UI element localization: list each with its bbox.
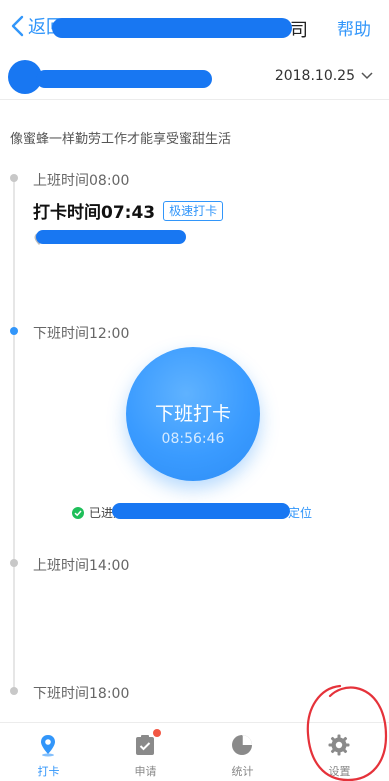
- tab-label: 设置: [328, 765, 351, 778]
- check-circle-icon: [72, 506, 84, 519]
- redaction-scribble: [36, 70, 212, 88]
- notification-badge: [153, 729, 161, 737]
- timeline-dot: [10, 687, 18, 695]
- punch-button-time: 08:56:46: [161, 431, 225, 447]
- pie-chart-icon: [232, 735, 252, 755]
- tab-apply[interactable]: 申请: [97, 723, 194, 781]
- tab-punch[interactable]: 打卡: [0, 723, 97, 781]
- timeline-line: [13, 178, 15, 690]
- tab-settings[interactable]: 设置: [291, 723, 388, 781]
- fast-punch-badge: 极速打卡: [163, 200, 224, 221]
- redaction-scribble: [112, 503, 290, 519]
- slot-label-start: 上班时间08:00: [33, 173, 130, 189]
- location-status-suffix[interactable]: 定位: [288, 504, 312, 521]
- slot-label-end: 下班时间12:00: [33, 326, 130, 342]
- redaction-scribble: [36, 230, 186, 244]
- tab-label: 统计: [231, 765, 254, 778]
- slot-label-end: 下班时间18:00: [33, 686, 130, 702]
- motto-text: 像蜜蜂一样勤劳工作才能享受蜜甜生活: [10, 132, 232, 147]
- clock-record: 打卡时间07:43 极速打卡: [33, 198, 224, 223]
- location-pin-icon: [41, 735, 55, 757]
- tab-bar: 打卡 申请 统计 设置: [0, 722, 389, 781]
- chevron-left-icon: [11, 15, 24, 37]
- help-button[interactable]: 帮助: [337, 15, 371, 40]
- tab-label: 打卡: [37, 765, 60, 778]
- chevron-down-icon: [361, 72, 373, 80]
- clock-time-text: 打卡时间07:43: [33, 203, 156, 223]
- redaction-scribble: [52, 18, 292, 38]
- date-picker[interactable]: 2018.10.25: [275, 68, 373, 84]
- punch-out-button[interactable]: 下班打卡 08:56:46: [126, 347, 260, 481]
- timeline-dot: [10, 174, 18, 182]
- timeline-dot: [10, 559, 18, 567]
- gear-icon: [328, 734, 350, 756]
- nav-bar: 返回 司 帮助: [0, 0, 389, 52]
- tab-stats[interactable]: 统计: [194, 723, 291, 781]
- slot-label-start: 上班时间14:00: [33, 558, 130, 574]
- date-value: 2018.10.25: [274, 68, 355, 84]
- clipboard-check-icon: [136, 735, 154, 755]
- user-row: 2018.10.25: [0, 52, 389, 100]
- page-title-visible: 司: [290, 20, 308, 41]
- punch-button-label: 下班打卡: [154, 403, 231, 425]
- tab-label: 申请: [134, 765, 157, 778]
- timeline-dot-active: [10, 327, 18, 335]
